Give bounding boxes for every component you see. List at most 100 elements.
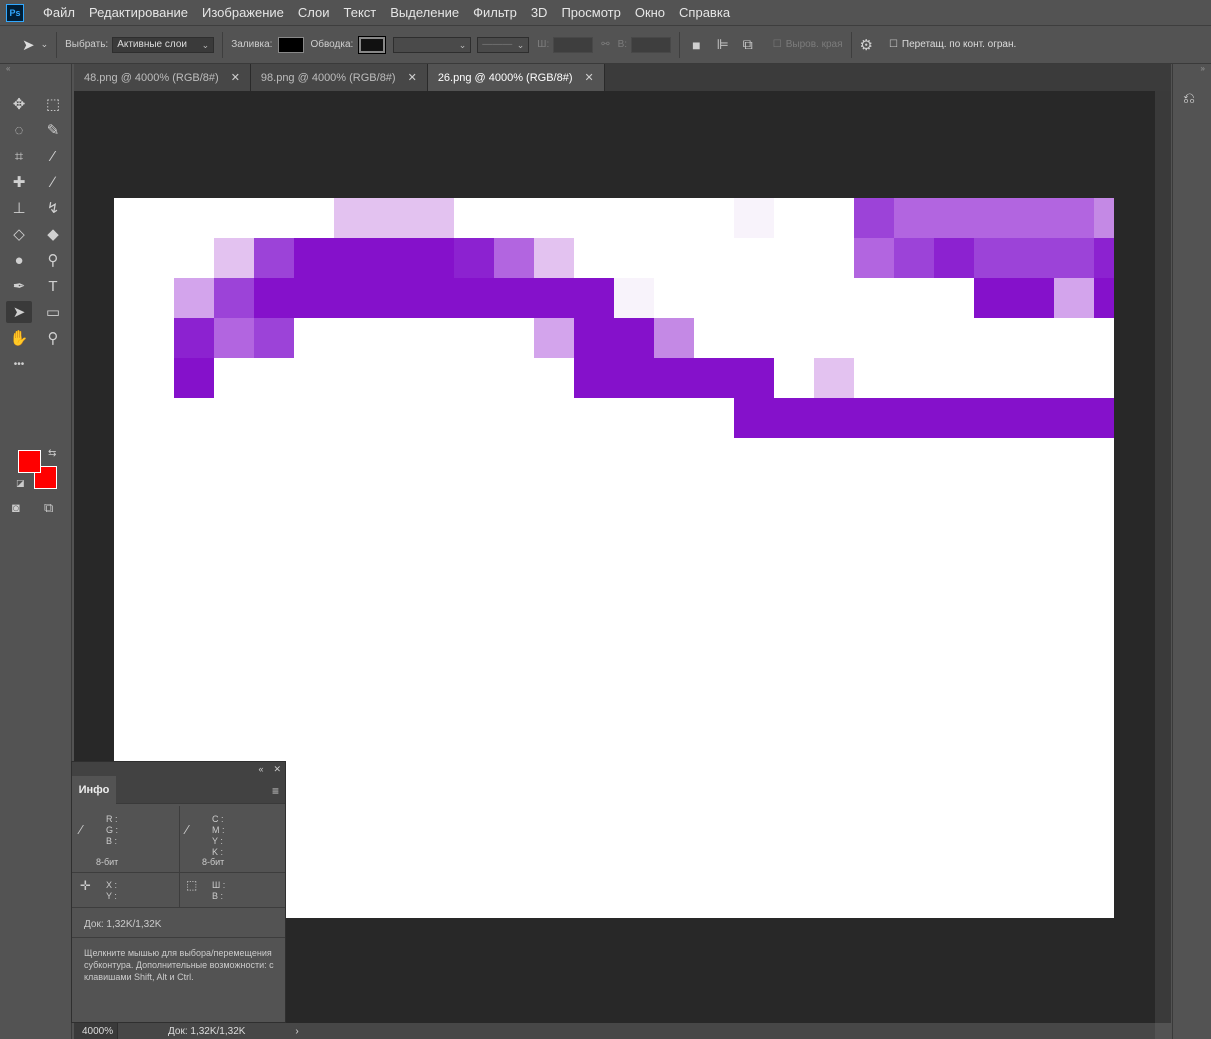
pixel bbox=[574, 318, 614, 358]
history-panel-icon[interactable]: ⎌ bbox=[1183, 90, 1195, 107]
default-colors-icon[interactable]: ◪ bbox=[16, 478, 25, 489]
eraser-tool-icon[interactable]: ◇ bbox=[6, 223, 32, 245]
dodge-tool-icon[interactable]: ⚲ bbox=[40, 249, 66, 271]
pixel bbox=[974, 398, 1014, 438]
pixel bbox=[1014, 238, 1054, 278]
close-icon[interactable]: ✕ bbox=[585, 71, 594, 84]
quick-select-tool-icon[interactable]: ✎ bbox=[40, 119, 66, 141]
history-brush-icon[interactable]: ↯ bbox=[40, 197, 66, 219]
stroke-type-dropdown[interactable]: ——— ⌄ bbox=[477, 36, 530, 53]
hand-tool-icon[interactable]: ✋ bbox=[6, 327, 32, 349]
rectangle-tool-icon[interactable]: ▭ bbox=[40, 301, 66, 323]
constrain-checkbox[interactable]: ☐ bbox=[889, 39, 898, 50]
pixel bbox=[534, 278, 574, 318]
height-label: В: bbox=[617, 39, 628, 50]
collapse-icon[interactable]: « bbox=[0, 64, 71, 73]
pen-tool-icon[interactable]: ✒ bbox=[6, 275, 32, 297]
stroke-swatch[interactable] bbox=[358, 35, 387, 54]
document-tab[interactable]: 98.png @ 4000% (RGB/8#) ✕ bbox=[250, 64, 428, 91]
status-doc-size[interactable]: Док: 1,32K/1,32K bbox=[168, 1026, 245, 1037]
pixel bbox=[374, 278, 414, 318]
close-icon[interactable]: ✕ bbox=[231, 71, 240, 84]
menu-item[interactable]: Выделение bbox=[383, 0, 466, 26]
gear-icon[interactable]: ⚙ bbox=[860, 36, 873, 54]
menu-item[interactable]: Справка bbox=[672, 0, 737, 26]
swap-colors-icon[interactable]: ⇆ bbox=[48, 448, 56, 459]
menu-item[interactable]: Файл bbox=[36, 0, 82, 26]
pixel bbox=[1054, 238, 1094, 278]
pixel bbox=[1054, 398, 1094, 438]
pixel bbox=[654, 318, 694, 358]
pixel bbox=[734, 358, 774, 398]
panel-menu-icon[interactable]: ≡ bbox=[272, 784, 279, 798]
more-tools-icon[interactable]: ••• bbox=[6, 353, 32, 375]
zoom-tool-icon[interactable]: ⚲ bbox=[40, 327, 66, 349]
lasso-tool-icon[interactable]: ◌ bbox=[6, 119, 32, 141]
close-icon[interactable]: ✕ bbox=[273, 764, 281, 775]
document-tab[interactable]: 48.png @ 4000% (RGB/8#) ✕ bbox=[74, 64, 251, 91]
fill-swatch[interactable] bbox=[278, 36, 305, 53]
document-tab-bar: 48.png @ 4000% (RGB/8#) ✕ 98.png @ 4000% (… bbox=[74, 64, 1171, 91]
tool-preset-picker[interactable]: ➤ ⌄ bbox=[22, 36, 48, 54]
pixel bbox=[934, 398, 974, 438]
pixel bbox=[974, 238, 1014, 278]
path-arrangement-icon[interactable]: ⧉ bbox=[743, 36, 753, 53]
zoom-level[interactable]: 4000% bbox=[74, 1023, 118, 1039]
pixel bbox=[174, 318, 214, 358]
foreground-color-swatch[interactable] bbox=[18, 450, 41, 473]
document-tab[interactable]: 26.png @ 4000% (RGB/8#) ✕ bbox=[427, 64, 605, 91]
menu-item[interactable]: 3D bbox=[524, 0, 555, 26]
width-field[interactable] bbox=[553, 36, 594, 53]
screen-mode-icon[interactable]: ⧉ bbox=[44, 500, 53, 516]
brush-tool-icon[interactable]: ∕ bbox=[40, 171, 66, 193]
link-icon[interactable]: ⚯ bbox=[601, 39, 609, 50]
stroke-width-field[interactable]: ⌄ bbox=[393, 36, 472, 53]
paint-bucket-icon[interactable]: ◆ bbox=[40, 223, 66, 245]
select-layers-dropdown[interactable]: Активные слои ⌄ bbox=[112, 36, 215, 53]
path-select-tool-icon[interactable]: ➤ bbox=[6, 301, 32, 323]
pixel bbox=[414, 198, 454, 238]
menu-bar: Ps Файл Редактирование Изображение Слои Текс… bbox=[0, 0, 1211, 26]
tab-label: 26.png @ 4000% (RGB/8#) bbox=[437, 71, 573, 84]
pixel bbox=[854, 198, 894, 238]
eyedropper-tool-icon[interactable]: ⁄ bbox=[40, 145, 66, 167]
height-field[interactable] bbox=[631, 36, 672, 53]
pixel bbox=[414, 278, 454, 318]
pixel bbox=[1094, 398, 1114, 438]
move-tool-icon[interactable]: ✥ bbox=[6, 93, 32, 115]
menu-item[interactable]: Слои bbox=[291, 0, 337, 26]
width-label: Ш: bbox=[537, 39, 550, 50]
menu-item[interactable]: Изображение bbox=[195, 0, 291, 26]
close-icon[interactable]: ✕ bbox=[408, 71, 417, 84]
align-edges-checkbox[interactable]: ☐ bbox=[773, 39, 782, 50]
xy-readout: X :Y : bbox=[106, 880, 118, 901]
pixel bbox=[1094, 198, 1114, 238]
pixel bbox=[334, 278, 374, 318]
marquee-tool-icon[interactable]: ⬚ bbox=[40, 93, 66, 115]
path-operations-icon[interactable]: ■ bbox=[692, 37, 700, 53]
pixel bbox=[334, 238, 374, 278]
pixel bbox=[294, 238, 334, 278]
photoshop-logo-icon: Ps bbox=[6, 3, 24, 22]
vertical-scrollbar[interactable] bbox=[1155, 91, 1171, 1023]
menu-item[interactable]: Просмотр bbox=[554, 0, 627, 26]
type-tool-icon[interactable]: T bbox=[40, 275, 66, 297]
quick-mask-icon[interactable]: ◙ bbox=[12, 500, 20, 515]
healing-brush-icon[interactable]: ✚ bbox=[6, 171, 32, 193]
menu-item[interactable]: Текст bbox=[337, 0, 384, 26]
collapse-icon[interactable]: « bbox=[258, 764, 263, 774]
pixel bbox=[1094, 278, 1114, 318]
pixel bbox=[854, 398, 894, 438]
path-alignment-icon[interactable]: ⊫ bbox=[717, 36, 729, 53]
menu-item[interactable]: Фильтр bbox=[466, 0, 524, 26]
pixel bbox=[374, 238, 414, 278]
collapse-icon[interactable]: » bbox=[1173, 64, 1211, 73]
crop-tool-icon[interactable]: ⌗ bbox=[6, 145, 32, 167]
clone-stamp-icon[interactable]: ⊥ bbox=[6, 197, 32, 219]
pixel bbox=[574, 358, 614, 398]
chevron-right-icon[interactable]: › bbox=[295, 1026, 298, 1037]
blur-tool-icon[interactable]: ● bbox=[6, 249, 32, 271]
tab-info[interactable]: Инфо bbox=[72, 776, 116, 804]
menu-item[interactable]: Редактирование bbox=[82, 0, 195, 26]
menu-item[interactable]: Окно bbox=[628, 0, 672, 26]
